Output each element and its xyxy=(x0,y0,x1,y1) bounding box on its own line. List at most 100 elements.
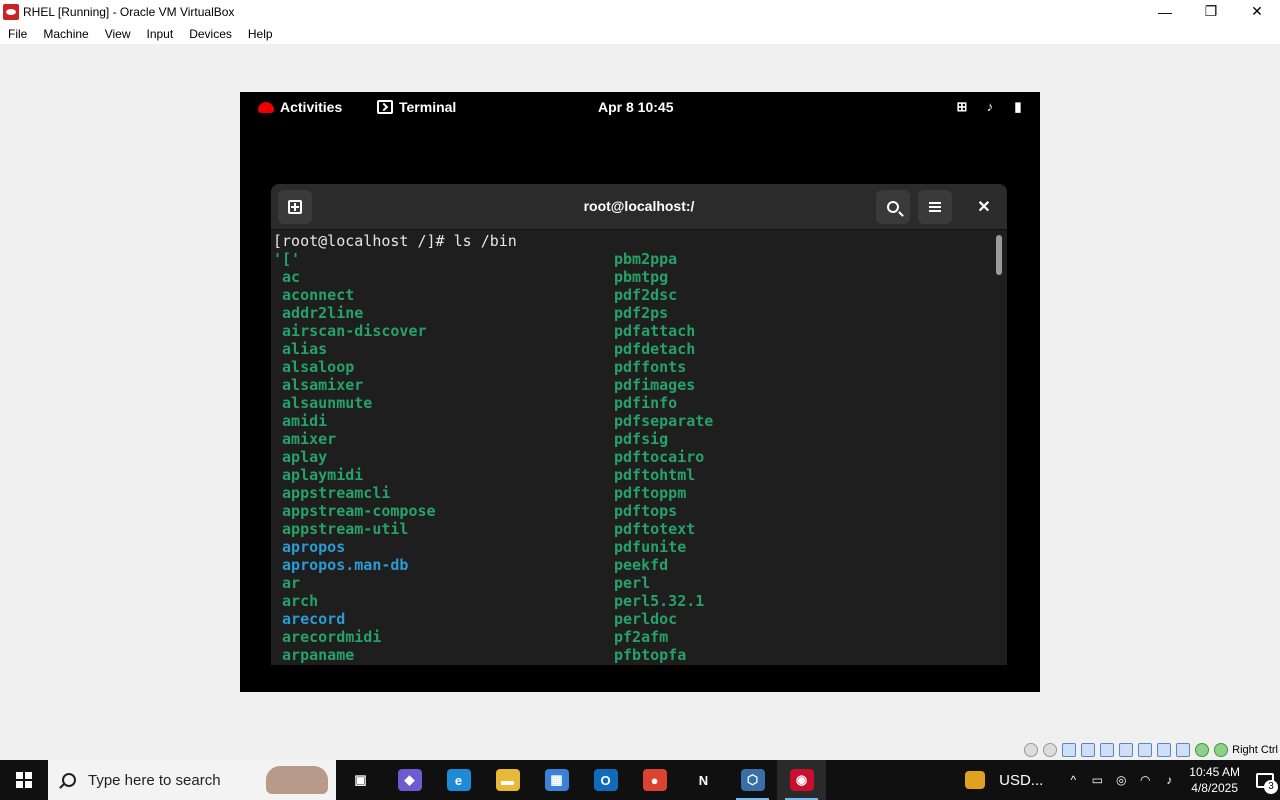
listing-entry: pdf2ps xyxy=(614,304,669,322)
recording-icon[interactable] xyxy=(1157,743,1172,757)
listing-entry: pdftops xyxy=(614,502,678,520)
hamburger-icon xyxy=(929,202,941,212)
taskbar-clock[interactable]: 10:45 AM 4/8/2025 xyxy=(1189,764,1240,796)
listing-entry: arpaname xyxy=(273,646,355,664)
window-controls: — ❐ ✕ xyxy=(1142,0,1280,23)
taskbar-app-task-view[interactable]: ▣ xyxy=(336,760,385,800)
restore-button[interactable]: ❐ xyxy=(1188,0,1234,23)
menu-file[interactable]: File xyxy=(0,27,35,41)
taskbar-app-edge[interactable]: e xyxy=(434,760,483,800)
terminal-menu-button[interactable] xyxy=(918,190,952,224)
listing-entry: appstreamcli xyxy=(273,484,391,502)
listing-entry: pdfunite xyxy=(614,538,687,556)
listing-entry: alsaloop xyxy=(273,358,355,376)
gnome-topbar: Activities Terminal Apr 8 10:45 ⊞ ♪ ▮ xyxy=(240,92,1040,124)
listing-entry: pdfimages xyxy=(614,376,696,394)
menu-view[interactable]: View xyxy=(97,27,139,41)
taskbar-app-rhel-vm[interactable]: ◉ xyxy=(777,760,826,800)
mouse-integration-icon[interactable] xyxy=(1214,743,1229,757)
close-window-button[interactable]: ✕ xyxy=(1234,0,1280,23)
listing-entry: pdffonts xyxy=(614,358,687,376)
search-highlight-image xyxy=(266,766,328,794)
wifi-icon[interactable]: ◠ xyxy=(1137,772,1153,788)
windows-taskbar: Type here to search ▣ ◆ e ▬ ▦ O ● N ⬡ ◉ USD... ^ … xyxy=(0,760,1280,800)
network-icon: ⊞ xyxy=(956,99,968,114)
listing-entry: ac xyxy=(273,268,301,286)
currency-widget[interactable]: USD... xyxy=(999,772,1043,789)
listing-entry: alsaunmute xyxy=(273,394,373,412)
listing-entry: arecordmidi xyxy=(273,628,382,646)
battery-icon: ▮ xyxy=(1014,99,1022,114)
terminal-window[interactable]: root@localhost:/ ✕ [root@localhost /]# l… xyxy=(271,184,1007,665)
taskbar-app-copilot[interactable]: ◆ xyxy=(385,760,434,800)
guest-additions-icon[interactable] xyxy=(1195,743,1210,757)
gnome-clock[interactable]: Apr 8 10:45 xyxy=(598,99,673,115)
volume-icon: ♪ xyxy=(986,99,994,114)
shared-folders-icon[interactable] xyxy=(1119,743,1134,757)
taskbar-search[interactable]: Type here to search xyxy=(48,760,336,800)
prompt-line: [root@localhost /]# ls /bin xyxy=(273,232,517,250)
activities-label: Activities xyxy=(280,99,343,115)
menu-devices[interactable]: Devices xyxy=(181,27,240,41)
hard-disk-icon[interactable] xyxy=(1024,743,1039,757)
taskbar-app-microsoft-store[interactable]: ▦ xyxy=(532,760,581,800)
notification-center-button[interactable]: 3 xyxy=(1250,760,1280,800)
battery-icon[interactable]: ▭ xyxy=(1089,772,1105,788)
listing-entry: alias xyxy=(273,340,328,358)
terminal-headerbar: root@localhost:/ ✕ xyxy=(271,184,1007,230)
rhel-vm-icon: ◉ xyxy=(789,769,814,791)
listing-entry: pdftocairo xyxy=(614,448,705,466)
start-button[interactable] xyxy=(0,760,48,800)
vbox-menubar: File Machine View Input Devices Help xyxy=(0,23,1280,44)
listing-entry: pdfsig xyxy=(614,430,669,448)
outlook-icon: O xyxy=(593,769,618,791)
taskbar-app-virtualbox[interactable]: ⬡ xyxy=(728,760,777,800)
menu-input[interactable]: Input xyxy=(139,27,182,41)
menu-machine[interactable]: Machine xyxy=(35,27,96,41)
listing-entry: pdf2dsc xyxy=(614,286,678,304)
chevron-up-icon[interactable]: ^ xyxy=(1065,772,1081,788)
listing-entry: pdfseparate xyxy=(614,412,714,430)
listing-entry: addr2line xyxy=(273,304,364,322)
guest-screen[interactable]: Activities Terminal Apr 8 10:45 ⊞ ♪ ▮ ro… xyxy=(240,92,1040,692)
listing-entry: pf2afm xyxy=(614,628,669,646)
terminal-output[interactable]: [root@localhost /]# ls /bin '[' ac aconn… xyxy=(271,231,1007,665)
listing-entry: pbmtpg xyxy=(614,268,669,286)
network-adapter-icon[interactable] xyxy=(1081,743,1096,757)
taskbar-app-netflix[interactable]: N xyxy=(679,760,728,800)
listing-entry: pdfdetach xyxy=(614,340,696,358)
terminal-scrollbar[interactable] xyxy=(994,233,1004,663)
listing-entry: amidi xyxy=(273,412,328,430)
listing-entry: pbm2ppa xyxy=(614,250,678,268)
speaker-icon[interactable]: ♪ xyxy=(1161,772,1177,788)
cpu-icon[interactable] xyxy=(1176,743,1191,757)
taskbar-app-outlook[interactable]: O xyxy=(581,760,630,800)
gnome-system-menu[interactable]: ⊞ ♪ ▮ xyxy=(942,99,1026,115)
taskbar-app-chrome[interactable]: ● xyxy=(630,760,679,800)
app-menu-terminal[interactable]: Terminal xyxy=(377,99,456,115)
scrollbar-thumb[interactable] xyxy=(996,235,1002,275)
usb-icon[interactable] xyxy=(1100,743,1115,757)
listing-right-column: pbm2ppa pbmtpg pdf2dsc pdf2ps pdfattach pdfde… xyxy=(614,250,713,664)
clock-time: 10:45 AM xyxy=(1189,765,1240,779)
terminal-search-button[interactable] xyxy=(876,190,910,224)
audio-icon[interactable] xyxy=(1062,743,1077,757)
activities-button[interactable]: Activities xyxy=(258,99,342,115)
listing-entry: pdftohtml xyxy=(614,466,696,484)
listing-entry: arecord xyxy=(273,610,346,628)
weather-icon[interactable] xyxy=(965,771,986,789)
menu-help[interactable]: Help xyxy=(240,27,281,41)
display-icon[interactable] xyxy=(1138,743,1153,757)
notification-badge: 3 xyxy=(1264,780,1278,794)
redhat-icon xyxy=(258,101,274,113)
listing-entry: aplay xyxy=(273,448,328,466)
location-icon[interactable]: ◎ xyxy=(1113,772,1129,788)
virtualbox-icon: ⬡ xyxy=(740,769,765,791)
taskbar-app-file-explorer[interactable]: ▬ xyxy=(483,760,532,800)
optical-drive-icon[interactable] xyxy=(1043,743,1058,757)
minimize-button[interactable]: — xyxy=(1142,0,1188,23)
terminal-close-button[interactable]: ✕ xyxy=(967,190,1001,224)
listing-entry: peekfd xyxy=(614,556,669,574)
taskbar-apps: ▣ ◆ e ▬ ▦ O ● N ⬡ ◉ xyxy=(336,760,826,800)
search-placeholder: Type here to search xyxy=(88,771,221,789)
